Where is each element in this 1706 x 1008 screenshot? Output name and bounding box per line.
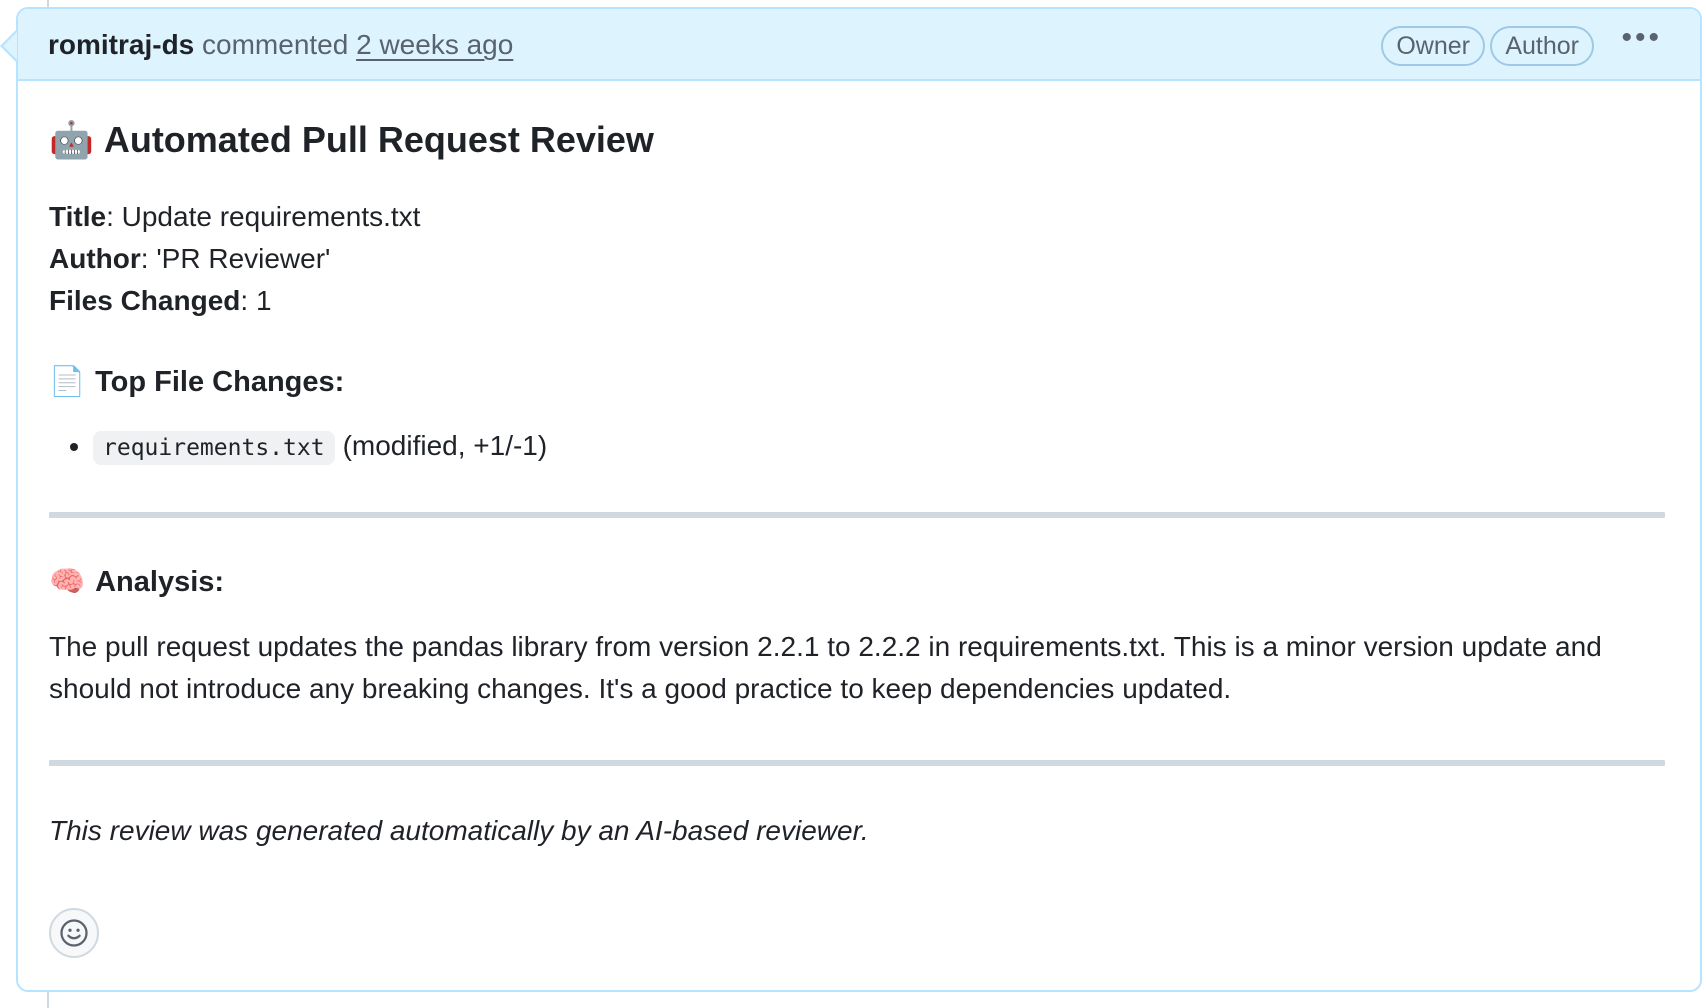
meta-author-label: Author <box>49 243 141 274</box>
divider <box>49 760 1665 766</box>
top-files-heading-text: Top File Changes: <box>95 366 345 398</box>
file-change-detail: (modified, +1/-1) <box>342 430 548 461</box>
analysis-heading-text: Analysis: <box>95 566 225 598</box>
owner-badge: Owner <box>1381 26 1485 66</box>
kebab-horizontal-icon[interactable]: ••• <box>1621 21 1662 55</box>
meta-title-row: Title: Update requirements.txt <box>49 201 421 232</box>
comment-action: commented <box>202 29 349 60</box>
brain-icon: 🧠 <box>49 566 86 598</box>
file-name-code: requirements.txt <box>93 431 335 465</box>
smiley-icon <box>60 919 88 947</box>
analysis-text: The pull request updates the pandas libr… <box>49 631 1602 704</box>
comment-header: romitraj-ds commented 2 weeks ago Owner … <box>18 9 1700 81</box>
robot-icon: 🤖 <box>49 119 94 160</box>
analysis-heading: 🧠 Analysis: <box>49 562 1665 602</box>
meta-files-row: Files Changed: 1 <box>49 285 272 316</box>
review-heading-text: Automated Pull Request Review <box>103 119 654 160</box>
top-files-list: requirements.txt(modified, +1/-1) <box>49 426 1665 468</box>
comment-body: 🤖 Automated Pull Request Review Title: U… <box>49 100 1665 852</box>
review-heading: 🤖 Automated Pull Request Review <box>49 118 1665 162</box>
comment-header-text: romitraj-ds commented 2 weeks ago <box>48 29 513 61</box>
meta-files-label: Files Changed <box>49 285 241 316</box>
comment-caret-inner <box>3 32 17 60</box>
page-icon: 📄 <box>49 366 86 398</box>
comment-timestamp-link[interactable]: 2 weeks ago <box>356 29 513 60</box>
meta-author-value: 'PR Reviewer' <box>156 243 331 274</box>
top-files-heading: 📄 Top File Changes: <box>49 362 1665 402</box>
add-reaction-button[interactable] <box>49 908 99 958</box>
meta-files-value: 1 <box>255 285 272 316</box>
review-meta: Title: Update requirements.txt Author: '… <box>49 196 1665 322</box>
footer-note: This review was generated automatically … <box>49 815 869 846</box>
list-item: requirements.txt(modified, +1/-1) <box>93 426 1665 468</box>
meta-author-row: Author: 'PR Reviewer' <box>49 243 331 274</box>
meta-title-value: Update requirements.txt <box>121 201 421 232</box>
author-badge: Author <box>1490 26 1594 66</box>
comment-author-link[interactable]: romitraj-ds <box>48 29 194 60</box>
divider <box>49 512 1665 518</box>
meta-title-label: Title <box>49 201 107 232</box>
